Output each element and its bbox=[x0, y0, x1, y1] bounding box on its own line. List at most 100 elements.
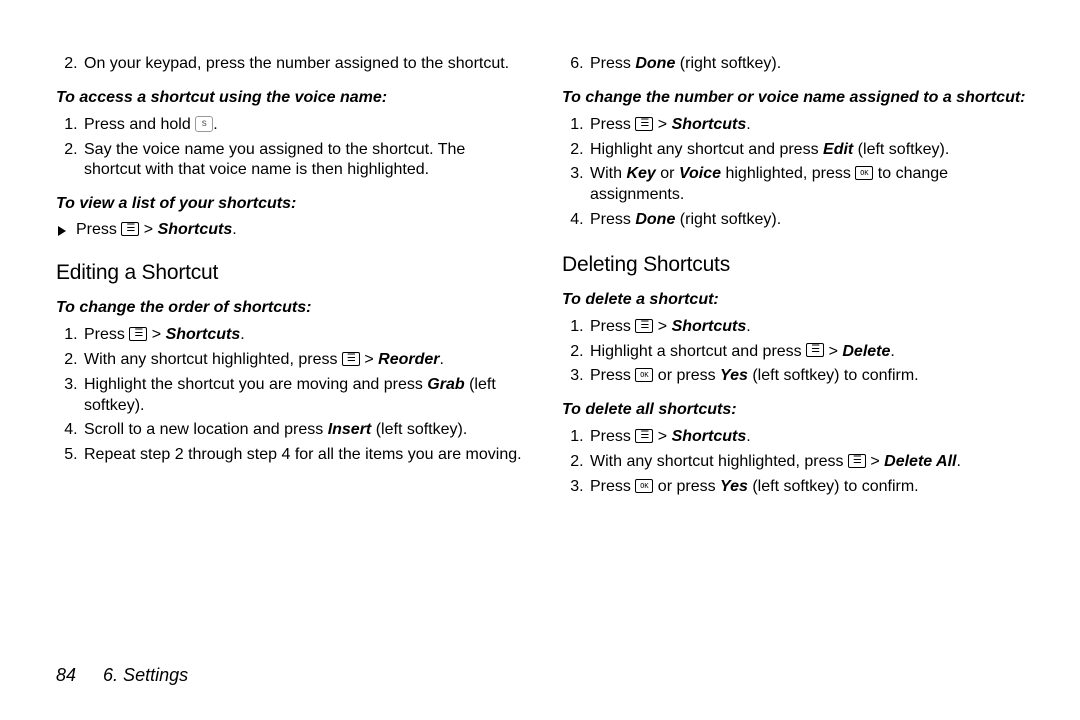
list-item: Press and hold s. bbox=[82, 115, 526, 136]
list-item: With any shortcut highlighted, press > D… bbox=[588, 452, 1042, 473]
menu-path: Delete All bbox=[884, 453, 956, 470]
reorder-steps: Press > Shortcuts. With any shortcut hig… bbox=[76, 325, 526, 466]
menu-key-icon bbox=[635, 117, 653, 131]
menu-key-icon bbox=[129, 327, 147, 341]
list-item: Press > Shortcuts. bbox=[588, 427, 1042, 448]
text: > bbox=[139, 221, 157, 238]
list-item: Scroll to a new location and press Inser… bbox=[82, 420, 526, 441]
list-item: Press > Shortcuts. bbox=[588, 317, 1042, 338]
text: . bbox=[240, 326, 244, 343]
text: > bbox=[653, 116, 671, 133]
list-item: Highlight any shortcut and press Edit (l… bbox=[588, 140, 1042, 161]
text: (left softkey). bbox=[371, 421, 467, 438]
change-assignment-steps: Press > Shortcuts. Highlight any shortcu… bbox=[582, 115, 1042, 231]
text: . bbox=[746, 318, 750, 335]
text: or press bbox=[653, 478, 720, 495]
page-footer: 84 6. Settings bbox=[56, 665, 188, 686]
list-item: Press Done (right softkey). bbox=[588, 210, 1042, 231]
text: > bbox=[653, 318, 671, 335]
text: (left softkey). bbox=[853, 141, 949, 158]
text: > bbox=[653, 428, 671, 445]
text: Press bbox=[590, 116, 635, 133]
text: . bbox=[232, 221, 236, 238]
subheading-view-list: To view a list of your shortcuts: bbox=[56, 195, 526, 213]
option-label: Voice bbox=[679, 165, 721, 182]
text: . bbox=[746, 428, 750, 445]
menu-path: Shortcuts bbox=[166, 326, 241, 343]
text: . bbox=[746, 116, 750, 133]
softkey-label: Done bbox=[635, 211, 675, 228]
menu-path: Delete bbox=[842, 343, 890, 360]
heading-deleting-shortcuts: Deleting Shortcuts bbox=[562, 253, 1042, 277]
subheading-delete-all: To delete all shortcuts: bbox=[562, 401, 1042, 419]
text: Press bbox=[590, 367, 635, 384]
bullet-item: Press > Shortcuts. bbox=[58, 221, 526, 239]
manual-page: On your keypad, press the number assigne… bbox=[0, 0, 1080, 720]
list-item: Repeat step 2 through step 4 for all the… bbox=[82, 445, 526, 466]
subheading-voice-name: To access a shortcut using the voice nam… bbox=[56, 89, 526, 107]
two-column-layout: On your keypad, press the number assigne… bbox=[56, 50, 1034, 502]
list-item: With Key or Voice highlighted, press to … bbox=[588, 164, 1042, 206]
text: . bbox=[440, 351, 444, 368]
text: Press bbox=[590, 211, 635, 228]
softkey-label: Insert bbox=[328, 421, 372, 438]
text: Scroll to a new location and press bbox=[84, 421, 328, 438]
softkey-label: Yes bbox=[720, 367, 748, 384]
text: Press bbox=[590, 428, 635, 445]
menu-path: Shortcuts bbox=[158, 221, 233, 238]
text: (right softkey). bbox=[675, 55, 781, 72]
right-column: Press Done (right softkey). To change th… bbox=[562, 50, 1042, 502]
menu-key-icon bbox=[806, 343, 824, 357]
list-item: Highlight a shortcut and press > Delete. bbox=[588, 342, 1042, 363]
menu-key-icon bbox=[635, 319, 653, 333]
heading-editing-shortcut: Editing a Shortcut bbox=[56, 261, 526, 285]
text: Press bbox=[76, 221, 121, 238]
subheading-change-order: To change the order of shortcuts: bbox=[56, 299, 526, 317]
arrow-icon bbox=[58, 226, 66, 236]
text: Press bbox=[590, 478, 635, 495]
text: or press bbox=[653, 367, 720, 384]
softkey-label: Grab bbox=[427, 376, 464, 393]
subheading-change-assignment: To change the number or voice name assig… bbox=[562, 89, 1042, 107]
text: With bbox=[590, 165, 626, 182]
menu-key-icon bbox=[121, 222, 139, 236]
ok-key-icon bbox=[635, 479, 653, 493]
menu-path: Shortcuts bbox=[672, 318, 747, 335]
list-item: Highlight the shortcut you are moving an… bbox=[82, 375, 526, 417]
ok-key-icon bbox=[635, 368, 653, 382]
menu-path: Shortcuts bbox=[672, 428, 747, 445]
menu-key-icon bbox=[635, 429, 653, 443]
text: > bbox=[360, 351, 378, 368]
list-item: On your keypad, press the number assigne… bbox=[82, 54, 526, 75]
list-item: With any shortcut highlighted, press > R… bbox=[82, 350, 526, 371]
text: With any shortcut highlighted, press bbox=[84, 351, 342, 368]
chapter-title: 6. Settings bbox=[103, 665, 188, 685]
text: (right softkey). bbox=[675, 211, 781, 228]
list-item: Say the voice name you assigned to the s… bbox=[82, 140, 526, 182]
list-item: Press > Shortcuts. bbox=[588, 115, 1042, 136]
text: Press bbox=[84, 326, 129, 343]
left-column: On your keypad, press the number assigne… bbox=[56, 50, 526, 502]
speak-key-icon: s bbox=[195, 116, 213, 132]
delete-one-steps: Press > Shortcuts. Highlight a shortcut … bbox=[582, 317, 1042, 387]
menu-path: Shortcuts bbox=[672, 116, 747, 133]
text: Highlight a shortcut and press bbox=[590, 343, 806, 360]
menu-path: Reorder bbox=[378, 351, 439, 368]
page-number: 84 bbox=[56, 665, 76, 685]
text: or bbox=[656, 165, 679, 182]
text: > bbox=[824, 343, 842, 360]
text: With any shortcut highlighted, press bbox=[590, 453, 848, 470]
list-item: Press Done (right softkey). bbox=[588, 54, 1042, 75]
menu-key-icon bbox=[342, 352, 360, 366]
text: (left softkey) to confirm. bbox=[748, 478, 919, 495]
text: Press and hold bbox=[84, 116, 195, 133]
softkey-label: Done bbox=[635, 55, 675, 72]
text: (left softkey) to confirm. bbox=[748, 367, 919, 384]
text: Highlight the shortcut you are moving an… bbox=[84, 376, 427, 393]
list-item: Press or press Yes (left softkey) to con… bbox=[588, 366, 1042, 387]
ok-key-icon bbox=[855, 166, 873, 180]
text: Press > Shortcuts. bbox=[76, 221, 237, 239]
delete-all-steps: Press > Shortcuts. With any shortcut hig… bbox=[582, 427, 1042, 497]
keypad-steps-continued: On your keypad, press the number assigne… bbox=[76, 54, 526, 75]
list-item: Press or press Yes (left softkey) to con… bbox=[588, 477, 1042, 498]
